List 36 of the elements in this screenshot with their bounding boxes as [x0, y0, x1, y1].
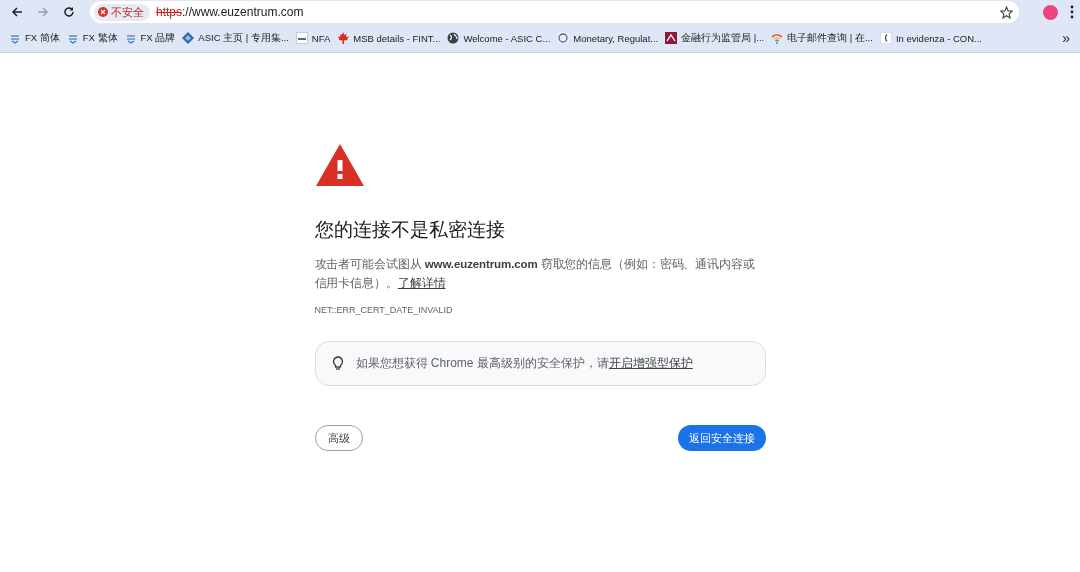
- not-secure-chip[interactable]: 不安全: [94, 3, 150, 21]
- seal-icon: [557, 32, 570, 44]
- bookmark-item[interactable]: Monetary, Regulat...: [554, 30, 662, 46]
- profile-avatar[interactable]: [1043, 4, 1058, 20]
- back-to-safety-button[interactable]: 返回安全连接: [677, 425, 766, 451]
- wifi-icon: [771, 32, 784, 44]
- bookmark-item[interactable]: NFA: [292, 30, 334, 46]
- menu-icon[interactable]: [1070, 5, 1074, 19]
- error-icon: [98, 7, 108, 17]
- bookmark-item[interactable]: 金融行为监管局 |...: [662, 29, 768, 47]
- warning-icon: [314, 143, 365, 187]
- learn-more-link[interactable]: 了解详情: [397, 277, 446, 289]
- more-bookmarks-button[interactable]: »: [1056, 30, 1076, 46]
- bookmark-item[interactable]: 电子邮件查询 | 在...: [768, 29, 876, 47]
- address-bar[interactable]: 不安全 https://www.euzentrum.com: [90, 1, 1019, 23]
- bookmark-item[interactable]: FX 品牌: [121, 29, 179, 47]
- tip-text: 如果您想获得 Chrome 最高级别的安全保护，请开启增强型保护: [355, 355, 693, 372]
- bookmark-item[interactable]: FX 繁体: [63, 29, 121, 47]
- advanced-button[interactable]: 高级: [314, 425, 363, 451]
- globe-icon: [447, 32, 460, 44]
- enhanced-protection-link[interactable]: 开启增强型保护: [608, 356, 693, 370]
- url-text: ://www.euzentrum.com: [182, 5, 304, 19]
- url-scheme: https: [156, 5, 182, 19]
- maple-leaf-icon: [337, 32, 350, 44]
- diamond-icon: [182, 32, 195, 44]
- error-code: NET::ERR_CERT_DATE_INVALID: [314, 305, 454, 315]
- page-heading: 您的连接不是私密连接: [314, 218, 506, 242]
- bookmark-item[interactable]: In evidenza - CON...: [876, 30, 985, 46]
- warning-description: 攻击者可能会试图从 www.euzentrum.com 窃取您的信息（例如：密码、通讯内容或信用卡信息）。了解详情: [314, 257, 756, 291]
- lightbulb-icon: [331, 356, 344, 371]
- bookmark-item[interactable]: MSB details - FINT...: [334, 30, 444, 46]
- bookmark-item[interactable]: FX 简体: [6, 29, 63, 47]
- bookmark-item[interactable]: ASIC 主页 | 专用集...: [179, 29, 292, 47]
- bookmark-star-icon[interactable]: [1000, 5, 1013, 19]
- bookmark-item[interactable]: Welcome - ASIC C...: [444, 30, 554, 46]
- bracket-icon: [879, 32, 892, 44]
